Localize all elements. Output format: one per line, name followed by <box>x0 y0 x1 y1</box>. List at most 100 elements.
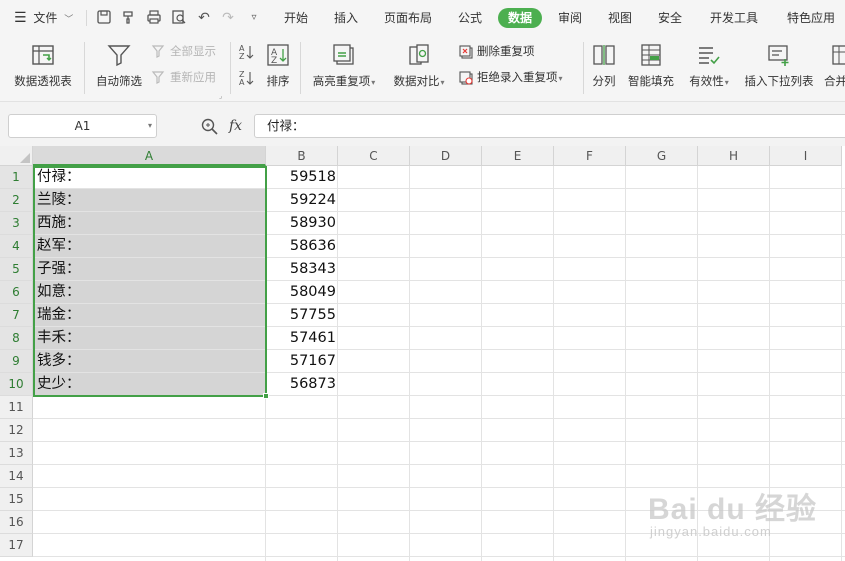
filter-reapply-icon <box>151 70 165 84</box>
column-header-h[interactable]: H <box>698 146 770 166</box>
hamburger-icon: ☰ <box>14 10 27 26</box>
sort-button[interactable]: AZ 排序 <box>262 42 294 89</box>
column-header-i[interactable]: I <box>770 146 842 166</box>
delete-duplicates-label: 删除重复项 <box>477 44 535 58</box>
pivot-table-button[interactable]: 数据透视表 <box>10 42 76 89</box>
filter-show-all-icon <box>151 44 165 58</box>
row-header-9[interactable]: 9 <box>0 350 33 373</box>
cell-b4[interactable]: 58636 <box>266 235 336 258</box>
reapply-button[interactable]: 重新应用 <box>151 68 216 86</box>
auto-filter-button[interactable]: 自动筛选 <box>92 42 146 89</box>
caret-down-icon: ▾ <box>371 78 376 87</box>
row-header-16[interactable]: 16 <box>0 511 33 534</box>
column-header-g[interactable]: G <box>626 146 698 166</box>
show-all-label: 全部显示 <box>170 44 216 58</box>
validity-button[interactable]: 有效性▾ <box>684 42 734 89</box>
delete-duplicates-button[interactable]: 删除重复项 <box>458 42 535 60</box>
row-header-4[interactable]: 4 <box>0 235 33 258</box>
column-header-a[interactable]: A <box>33 146 266 166</box>
insert-dropdown-list-button[interactable]: 插入下拉列表 <box>741 42 817 89</box>
text-to-columns-button[interactable]: 分列 <box>589 42 619 89</box>
cell-b3[interactable]: 58930 <box>266 212 336 235</box>
cell-b5[interactable]: 58343 <box>266 258 336 281</box>
merge-calculation-label: 合并 <box>824 74 845 88</box>
tab-developer[interactable]: 开发工具 <box>710 0 758 36</box>
column-header-f[interactable]: F <box>554 146 626 166</box>
save-icon[interactable] <box>95 9 113 27</box>
tab-data[interactable]: 数据 <box>498 8 543 28</box>
cell-b8[interactable]: 57461 <box>266 327 336 350</box>
formula-input[interactable]: 付禄： <box>254 114 845 138</box>
dialog-launcher-icon[interactable]: ⌟ <box>219 92 222 100</box>
delete-duplicates-icon <box>459 44 473 59</box>
row-header-3[interactable]: 3 <box>0 212 33 235</box>
fill-handle[interactable] <box>263 393 269 399</box>
svg-text:A: A <box>239 78 245 87</box>
row-header-1[interactable]: 1 <box>0 166 33 189</box>
name-box[interactable]: A1 ▾ <box>8 114 157 138</box>
insert-function-icon[interactable]: fx <box>229 114 242 138</box>
row-header-5[interactable]: 5 <box>0 258 33 281</box>
row-header-14[interactable]: 14 <box>0 465 33 488</box>
smart-fill-button[interactable]: 智能填充 <box>625 42 677 89</box>
reapply-label: 重新应用 <box>170 70 216 84</box>
sort-ascending-icon: AZ <box>239 44 254 61</box>
row-header-8[interactable]: 8 <box>0 327 33 350</box>
cell-b1[interactable]: 59518 <box>266 166 336 189</box>
zoom-search-icon[interactable] <box>200 117 220 135</box>
row-header-17[interactable]: 17 <box>0 534 33 557</box>
row-header-15[interactable]: 15 <box>0 488 33 511</box>
chevron-down-icon: ﹀ <box>64 15 74 25</box>
show-all-button[interactable]: 全部显示 <box>151 42 216 60</box>
tab-page-layout[interactable]: 页面布局 <box>384 0 432 36</box>
customize-toolbar-icon[interactable]: ▿ <box>245 9 263 27</box>
file-menu[interactable]: ☰ 文件 ﹀ <box>14 0 73 36</box>
redo-icon[interactable]: ↷ <box>219 9 237 27</box>
sort-ascending-button[interactable]: AZ <box>238 42 256 61</box>
print-icon[interactable] <box>145 9 163 27</box>
chevron-down-icon[interactable]: ▾ <box>148 115 152 137</box>
insert-dropdown-list-label: 插入下拉列表 <box>744 74 814 88</box>
row-header-6[interactable]: 6 <box>0 281 33 304</box>
column-header-e[interactable]: E <box>482 146 554 166</box>
pivot-table-icon <box>32 45 54 65</box>
tab-security[interactable]: 安全 <box>658 0 682 36</box>
cell-b7[interactable]: 57755 <box>266 304 336 327</box>
tab-insert[interactable]: 插入 <box>334 0 358 36</box>
select-all-corner[interactable] <box>0 146 33 166</box>
column-header-c[interactable]: C <box>338 146 410 166</box>
data-compare-button[interactable]: 数据对比▾ <box>388 42 450 89</box>
tab-view[interactable]: 视图 <box>608 0 632 36</box>
svg-text:Z: Z <box>271 56 277 66</box>
reject-duplicates-button[interactable]: 拒绝录入重复项▾ <box>458 68 563 86</box>
cell-b6[interactable]: 58049 <box>266 281 336 304</box>
row-header-10[interactable]: 10 <box>0 373 33 396</box>
row-header-2[interactable]: 2 <box>0 189 33 212</box>
undo-icon[interactable]: ↶ <box>195 9 213 27</box>
data-compare-label: 数据对比 <box>393 74 440 88</box>
print-preview-icon[interactable] <box>170 9 188 27</box>
cell-b10[interactable]: 56873 <box>266 373 336 396</box>
highlight-duplicates-button[interactable]: 高亮重复项▾ <box>308 42 380 89</box>
row-header-7[interactable]: 7 <box>0 304 33 327</box>
sort-descending-icon: ZA <box>239 70 254 87</box>
tab-formulas[interactable]: 公式 <box>458 0 482 36</box>
tab-review[interactable]: 审阅 <box>558 0 582 36</box>
column-header-d[interactable]: D <box>410 146 482 166</box>
sort-label: 排序 <box>266 74 290 88</box>
format-painter-icon[interactable] <box>120 9 138 27</box>
merge-calculation-button[interactable]: 合并 <box>824 42 845 89</box>
row-header-13[interactable]: 13 <box>0 442 33 465</box>
caret-down-icon: ▾ <box>440 78 445 87</box>
cell-b9[interactable]: 57167 <box>266 350 336 373</box>
column-header-b[interactable]: B <box>266 146 338 166</box>
tab-home[interactable]: 开始 <box>284 0 308 36</box>
row-header-11[interactable]: 11 <box>0 396 33 419</box>
sort-descending-button[interactable]: ZA <box>238 68 256 87</box>
row-header-12[interactable]: 12 <box>0 419 33 442</box>
cell-b2[interactable]: 59224 <box>266 189 336 212</box>
filter-icon <box>107 45 131 67</box>
tab-special-apps[interactable]: 特色应用 <box>787 0 835 36</box>
highlight-duplicates-icon <box>333 44 354 65</box>
sort-icon: AZ <box>267 44 289 66</box>
